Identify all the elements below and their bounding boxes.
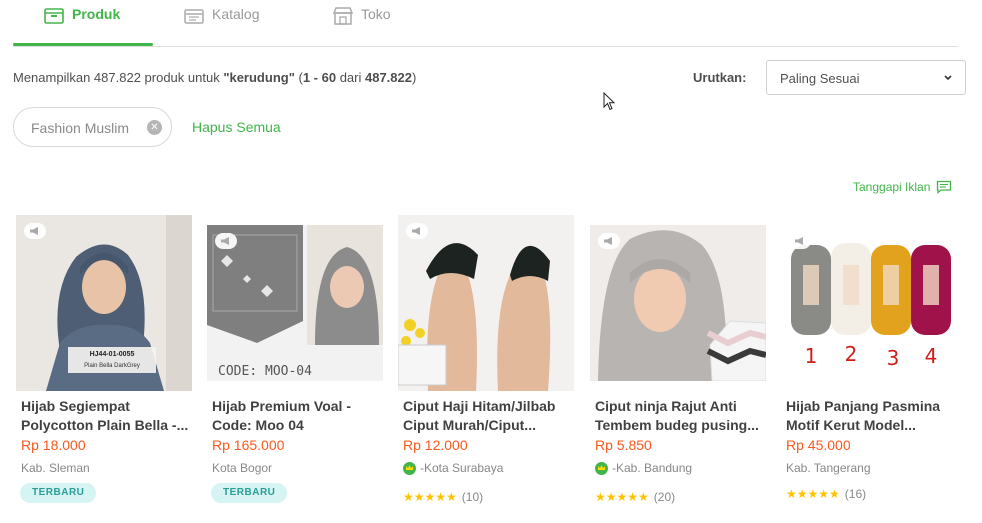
rating-stars: ★★★★★ (403, 490, 457, 504)
image-number: 3 (887, 346, 900, 370)
search-query: "kerudung" (223, 70, 295, 85)
search-result-tabs: Produk Katalog Toko (13, 0, 958, 47)
shop-location: - Kota Surabaya (403, 461, 503, 475)
product-image[interactable] (398, 215, 574, 391)
product-price: Rp 45.000 (786, 437, 851, 453)
product-image[interactable] (590, 225, 766, 381)
image-number: 4 (925, 344, 938, 368)
tab-label: Katalog (212, 6, 260, 22)
gold-merchant-badge-icon (403, 461, 416, 475)
filter-chip-label: Fashion Muslim (31, 120, 130, 136)
product-box-icon (43, 6, 65, 26)
tab-label: Produk (72, 6, 121, 22)
product-price: Rp 18.000 (21, 437, 86, 453)
mouse-cursor-icon (603, 91, 616, 116)
product-price: Rp 165.000 (212, 437, 285, 453)
image-number: 2 (845, 342, 858, 366)
active-tab-indicator (13, 43, 153, 46)
sort-dropdown[interactable]: Paling Sesuai (766, 60, 966, 95)
ad-megaphone-icon (789, 233, 811, 249)
shop-location: - Kab. Bandung (595, 461, 692, 475)
sort-label: Urutkan: (693, 70, 747, 85)
product-rating: ★★★★★ (16) (786, 487, 866, 501)
ad-feedback-label: Tanggapi Iklan (853, 180, 931, 194)
tab-toko[interactable]: Toko (332, 0, 391, 46)
product-rating: ★★★★★ (20) (595, 490, 675, 504)
product-card[interactable]: CODE: MOO-04 Hijab Premium Voal - Code: … (207, 215, 383, 520)
image-number: 1 (805, 344, 818, 368)
product-name[interactable]: Hijab Segiempat Polycotton Plain Bella -… (21, 397, 189, 435)
product-name[interactable]: Hijab Panjang Pasmina Motif Kerut Model.… (786, 397, 954, 435)
product-card[interactable]: Ciput ninja Rajut Anti Tembem budeg pusi… (590, 215, 766, 520)
store-icon (332, 6, 354, 26)
product-card[interactable]: HJ44-01-0055 Plain Bella DarkGrey Hijab … (16, 215, 192, 520)
product-rating: ★★★★★ (10) (403, 490, 483, 504)
product-image[interactable]: 1 2 3 4 (781, 225, 957, 381)
shop-location: Kota Bogor (212, 461, 273, 475)
image-subcaption: Plain Bella DarkGrey (84, 363, 140, 369)
product-price: Rp 12.000 (403, 437, 468, 453)
ad-megaphone-icon (215, 233, 237, 249)
image-caption: CODE: MOO-04 (218, 364, 312, 379)
rating-count: (10) (461, 490, 484, 504)
shop-location: Kab. Tangerang (786, 461, 871, 475)
rating-count: (20) (653, 490, 676, 504)
new-badge: TERBARU (20, 483, 97, 503)
filter-chip-fashion-muslim: Fashion Muslim ✕ (13, 107, 172, 147)
tab-produk[interactable]: Produk (43, 0, 120, 46)
product-image[interactable]: CODE: MOO-04 (207, 225, 383, 381)
image-caption: HJ44-01-0055 (90, 351, 135, 358)
product-price: Rp 5.850 (595, 437, 652, 453)
clear-all-filters-link[interactable]: Hapus Semua (192, 119, 281, 135)
ad-feedback-link[interactable]: Tanggapi Iklan (853, 180, 952, 194)
product-name[interactable]: Ciput Haji Hitam/Jilbab Ciput Murah/Cipu… (403, 397, 571, 435)
product-name[interactable]: Ciput ninja Rajut Anti Tembem budeg pusi… (595, 397, 763, 435)
ad-megaphone-icon (598, 233, 620, 249)
catalog-icon (183, 6, 205, 26)
tab-katalog[interactable]: Katalog (183, 0, 259, 46)
chevron-down-icon (943, 73, 953, 85)
rating-stars: ★★★★★ (786, 487, 840, 501)
gold-merchant-badge-icon (595, 461, 608, 475)
rating-stars: ★★★★★ (595, 490, 649, 504)
remove-filter-icon[interactable]: ✕ (147, 120, 162, 135)
ad-megaphone-icon (24, 223, 46, 239)
ad-megaphone-icon (406, 223, 428, 239)
product-name[interactable]: Hijab Premium Voal - Code: Moo 04 (212, 397, 380, 435)
new-badge: TERBARU (211, 483, 288, 503)
product-card[interactable]: Ciput Haji Hitam/Jilbab Ciput Murah/Cipu… (398, 215, 574, 520)
shop-location: Kab. Sleman (21, 461, 90, 475)
product-card[interactable]: 1 2 3 4 Hijab Panjang Pasmina Motif Keru… (781, 215, 957, 520)
sort-selected-value: Paling Sesuai (780, 71, 860, 86)
tab-label: Toko (361, 6, 391, 22)
result-summary: Menampilkan 487.822 produk untuk "kerudu… (13, 70, 417, 85)
product-image[interactable]: HJ44-01-0055 Plain Bella DarkGrey (16, 215, 192, 391)
rating-count: (16) (844, 487, 867, 501)
chat-bubble-icon (936, 180, 952, 194)
